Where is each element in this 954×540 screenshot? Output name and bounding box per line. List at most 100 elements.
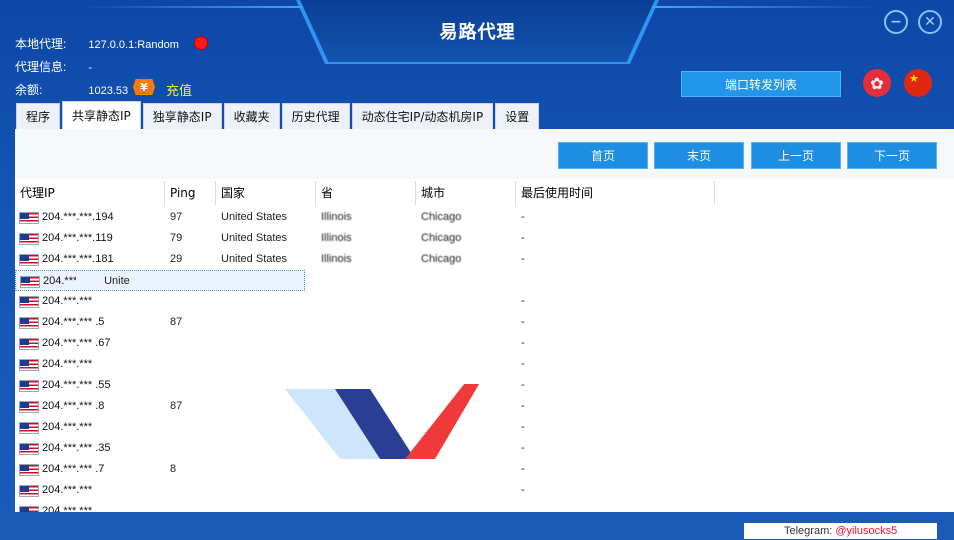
ping-cell: 87 (170, 400, 183, 412)
country-cell: United States (221, 211, 288, 223)
proxy-ip-cell: 204.***.*** .5 (15, 312, 165, 333)
proxy-ip-text: 204.***.*** (42, 358, 93, 370)
status-dot-icon (194, 36, 208, 50)
proxy-ip-cell: 204.***.*** (15, 291, 165, 312)
country-cell (216, 312, 316, 333)
last-used-cell: - (521, 379, 525, 391)
tab-shared-static-ip[interactable]: 共享静态IP (62, 101, 141, 129)
table-row[interactable]: 204.***.*** .67 - (15, 333, 954, 354)
proxy-ip-cell: 204.***.*** (15, 354, 165, 375)
proxy-ip-cell: 204.***.*** .8 (15, 396, 165, 417)
prev-page-button[interactable]: 上一页 (751, 142, 841, 169)
tab-settings[interactable]: 设置 (495, 103, 540, 129)
table-row[interactable]: 204.***.***.119 79 United States Illinois Ch… (15, 228, 954, 249)
next-page-button[interactable]: 下一页 (847, 142, 937, 169)
proxy-ip-text: 204.***.*** .7 (42, 463, 105, 475)
city-cell: Chicago (421, 232, 462, 244)
city-cell (416, 354, 516, 375)
telegram-handle[interactable]: @yilusocks5 (835, 525, 897, 537)
us-flag-icon (19, 358, 39, 371)
country-cell: Unite (104, 275, 130, 287)
last-page-button[interactable]: 末页 (654, 142, 744, 169)
country-cell: United States (221, 232, 288, 244)
first-page-button[interactable]: 首页 (558, 142, 648, 169)
us-flag-icon (19, 295, 39, 308)
table-row[interactable]: 204.***.***.194 97 United States Illinois Ch… (15, 207, 954, 228)
tab-dynamic-ip[interactable]: 动态住宅IP/动态机房IP (351, 103, 494, 129)
title-decoration-right (650, 6, 880, 8)
column-header-ping[interactable]: Ping (165, 181, 216, 205)
country-cell (216, 501, 316, 512)
table-row[interactable]: 204.***.***.181 29 United States Illinois Ch… (15, 249, 954, 270)
last-used-cell: - (521, 232, 525, 244)
province-cell (316, 312, 416, 333)
table-row[interactable]: 204.***.*** - (15, 354, 954, 375)
proxy-ip-text: 204.***.***.181 (42, 253, 114, 265)
country-cell (216, 291, 316, 312)
us-flag-icon (19, 442, 39, 455)
proxy-ip-text: 204.***.***.119 (42, 232, 113, 244)
city-cell: Chicago (421, 253, 462, 265)
proxy-ip-text: 204.***.*** (42, 484, 93, 496)
province-cell (316, 480, 416, 501)
column-header-proxy-ip[interactable]: 代理IP (15, 181, 165, 205)
table-row[interactable]: 204.***.** Unite (15, 270, 305, 291)
proxy-ip-cell: 204.***.*** (15, 417, 165, 438)
port-forward-list-button[interactable]: 端口转发列表 (681, 71, 841, 97)
country-cell (216, 354, 316, 375)
local-proxy-value: 127.0.0.1:Random (88, 39, 179, 51)
ping-cell (165, 333, 216, 354)
ping-cell: 87 (170, 316, 183, 328)
telegram-footer: Telegram: @yilusocks5 (744, 523, 937, 539)
balance-row: 余额: 1023.53 (15, 81, 128, 98)
ping-cell (165, 417, 216, 438)
tab-program[interactable]: 程序 (16, 103, 61, 129)
last-used-cell: - (521, 337, 525, 349)
balance-label: 余额: (15, 83, 43, 97)
table-row[interactable]: 204.***.*** - (15, 291, 954, 312)
close-icon: ✕ (924, 14, 936, 30)
proxy-ip-cell: 204.***.*** .7 (15, 459, 165, 480)
tab-dedicated-static-ip[interactable]: 独享静态IP (142, 103, 222, 129)
table-row[interactable]: 204.***.*** - (15, 480, 954, 501)
column-header-last-used[interactable]: 最后使用时间 (516, 181, 715, 205)
proxy-info-row: 代理信息: - (15, 58, 92, 75)
province-cell (316, 354, 416, 375)
province-cell (316, 333, 416, 354)
hong-kong-flag-icon[interactable]: ✿ (863, 69, 891, 97)
proxy-ip-cell: 204.***.***.194 (15, 207, 165, 228)
us-flag-icon (19, 337, 39, 350)
tab-favorites[interactable]: 收藏夹 (223, 103, 280, 129)
proxy-ip-cell: 204.***.*** .55 (15, 375, 165, 396)
recharge-link[interactable]: 充值 (166, 80, 192, 99)
close-button[interactable]: ✕ (918, 10, 942, 34)
proxy-ip-text: 204.***.*** .55 (42, 379, 111, 391)
minimize-button[interactable]: − (884, 10, 908, 34)
table-row[interactable]: 204.***.*** (15, 501, 954, 512)
us-flag-icon (19, 505, 39, 512)
ping-cell (165, 480, 216, 501)
column-header-province[interactable]: 省 (316, 181, 416, 205)
city-cell (416, 333, 516, 354)
last-used-cell (516, 501, 715, 512)
province-cell: Illinois (321, 253, 352, 265)
column-header-city[interactable]: 城市 (416, 181, 516, 205)
table-row[interactable]: 204.***.*** .5 87 - (15, 312, 954, 333)
city-cell: Chicago (421, 211, 462, 223)
last-used-cell: - (521, 421, 525, 433)
proxy-ip-text: 204.***.*** (42, 505, 93, 512)
tab-bar: 程序 共享静态IP 独享静态IP 收藏夹 历史代理 动态住宅IP/动态机房IP … (16, 101, 541, 129)
ping-cell: 29 (170, 253, 183, 265)
local-proxy-row: 本地代理: 127.0.0.1:Random (15, 35, 179, 52)
proxy-ip-cell: 204.***.*** (15, 501, 165, 512)
yen-icon: ¥ (133, 79, 155, 95)
country-cell: United States (221, 253, 288, 265)
ping-cell (165, 501, 216, 512)
proxy-ip-cell: 204.***.*** (15, 480, 165, 501)
china-flag-icon[interactable]: ★ (904, 69, 932, 97)
tab-history-proxy[interactable]: 历史代理 (281, 103, 350, 129)
ping-cell (76, 271, 99, 292)
province-cell (316, 501, 416, 512)
column-header-country[interactable]: 国家 (216, 181, 316, 205)
proxy-ip-cell: 204.***.** (16, 271, 76, 292)
